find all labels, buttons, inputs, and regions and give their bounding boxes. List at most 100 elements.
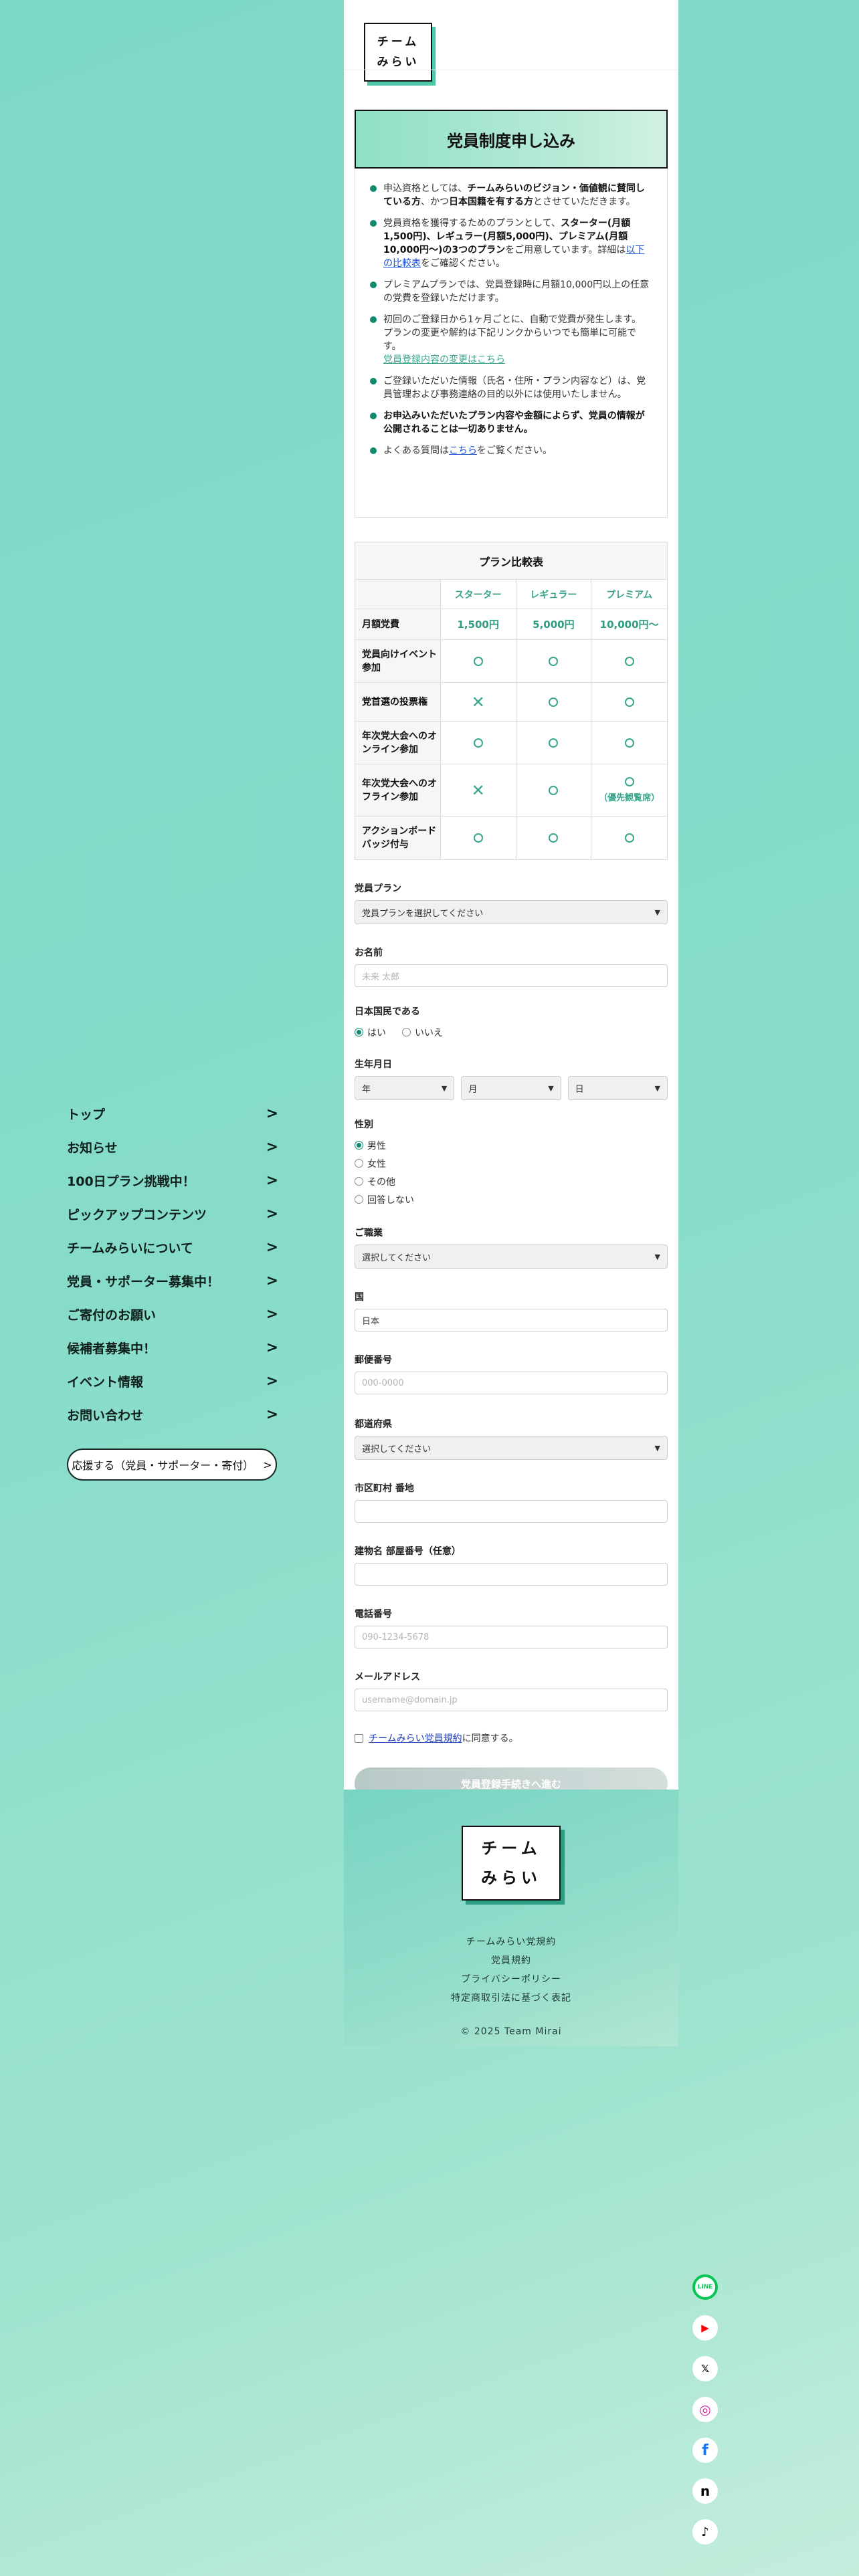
logo-text-line1: チーム: [481, 1839, 541, 1858]
phone-input[interactable]: 090-1234-5678: [355, 1626, 668, 1648]
feature-cell: [591, 722, 667, 764]
table-row: 月額党費 1,500円 5,000円 10,000円〜: [355, 609, 667, 640]
nav-item-contact[interactable]: お問い合わせ >: [67, 1398, 278, 1431]
circle-icon: [473, 833, 483, 843]
bullet-icon: [370, 378, 377, 385]
support-button-label: 応援する（党員・サポーター・寄付）: [72, 1459, 254, 1472]
dob-month-select[interactable]: 月 ▼: [461, 1076, 561, 1100]
membership-form: 党員プラン 党員プランを選択してください ▼ お名前 未来 太郎 日本国民である …: [355, 881, 668, 1800]
nav-item-members[interactable]: 党員・サポーター募集中！ >: [67, 1264, 278, 1297]
circle-icon: [473, 656, 483, 666]
nav-item-top[interactable]: トップ >: [67, 1097, 278, 1130]
change-registration-link[interactable]: 党員登録内容の変更はこちら: [383, 354, 505, 365]
bullet-icon: [370, 282, 377, 288]
facebook-icon[interactable]: f: [692, 2438, 718, 2463]
party-rules-link[interactable]: チームみらい党規約: [344, 1933, 678, 1951]
nav-item-candidates[interactable]: 候補者募集中！ >: [67, 1331, 278, 1364]
social-links: LINE ▶ 𝕏 ◎ f n ♪: [692, 2274, 719, 2560]
youtube-icon[interactable]: ▶: [692, 2315, 718, 2341]
price-cell: 1,500円: [441, 609, 516, 639]
email-field-group: メールアドレス username@domain.jp: [355, 1670, 668, 1711]
gender-male-radio[interactable]: 男性: [355, 1136, 668, 1154]
line-icon[interactable]: LINE: [692, 2274, 718, 2300]
member-rules-link[interactable]: 党員規約: [344, 1951, 678, 1970]
citizen-no-radio[interactable]: いいえ: [402, 1023, 443, 1041]
plan-table-title: プラン比較表: [355, 542, 667, 580]
gender-other-radio[interactable]: その他: [355, 1172, 668, 1190]
plan-comparison-table: プラン比較表 スターター レギュラー プレミアム 月額党費 1,500円 5,0…: [355, 542, 668, 860]
field-label: メールアドレス: [355, 1672, 420, 1683]
nav-item-donation[interactable]: ご寄付のお願い >: [67, 1297, 278, 1331]
dob-year-select[interactable]: 年 ▼: [355, 1076, 455, 1100]
circle-icon: [624, 738, 634, 748]
field-label: 党員プラン: [355, 883, 401, 894]
feature-cell: [516, 817, 592, 859]
support-button[interactable]: 応援する（党員・サポーター・寄付） >: [67, 1448, 277, 1481]
nav-item-events[interactable]: イベント情報 >: [67, 1364, 278, 1398]
bullet-icon: [370, 316, 377, 323]
feature-cell: [591, 683, 667, 721]
circle-icon: [549, 833, 559, 843]
phone-field-group: 電話番号 090-1234-5678: [355, 1607, 668, 1648]
info-item: よくある質問はこちらをご覧ください。: [370, 444, 650, 457]
nav-item-label: お問い合わせ: [67, 1408, 144, 1423]
feature-cell: [591, 640, 667, 682]
email-input[interactable]: username@domain.jp: [355, 1689, 668, 1711]
country-input[interactable]: 日本: [355, 1309, 668, 1331]
nav-item-label: ピックアップコンテンツ: [67, 1207, 207, 1222]
postal-field-group: 郵便番号 000-0000: [355, 1353, 668, 1394]
prefecture-field-group: 都道府県 選択してください ▼: [355, 1417, 668, 1460]
footer-logo[interactable]: チーム みらい: [462, 1826, 561, 1901]
citizen-yes-radio[interactable]: はい: [355, 1023, 386, 1041]
chevron-right-icon: >: [266, 1272, 278, 1289]
prefecture-select[interactable]: 選択してください ▼: [355, 1436, 668, 1460]
x-icon[interactable]: 𝕏: [692, 2356, 718, 2381]
nav-item-pickup[interactable]: ピックアップコンテンツ >: [67, 1197, 278, 1230]
site-logo[interactable]: チーム みらい: [364, 23, 432, 82]
postal-code-input[interactable]: 000-0000: [355, 1372, 668, 1394]
note-icon[interactable]: n: [692, 2478, 718, 2504]
occupation-field-group: ご職業 選択してください ▼: [355, 1226, 668, 1269]
feature-cell: [441, 640, 516, 682]
chevron-down-icon: ▼: [654, 1083, 660, 1093]
gender-no-answer-radio[interactable]: 回答しない: [355, 1190, 668, 1208]
privacy-policy-link[interactable]: プライバシーポリシー: [344, 1970, 678, 1989]
faq-link[interactable]: こちら: [449, 445, 477, 456]
field-label: 日本国民である: [355, 1006, 420, 1017]
chevron-down-icon: ▼: [654, 907, 660, 917]
chevron-down-icon: ▼: [548, 1083, 554, 1093]
circle-icon: [473, 738, 483, 748]
terms-checkbox[interactable]: [355, 1733, 363, 1743]
member-terms-link[interactable]: チームみらい党員規約: [369, 1733, 462, 1744]
feature-cell: [516, 722, 592, 764]
citizen-field-group: 日本国民である はい いいえ: [355, 1004, 668, 1041]
gender-female-radio[interactable]: 女性: [355, 1154, 668, 1172]
nav-item-label: 党員・サポーター募集中！: [67, 1274, 220, 1289]
plan-header-premium: プレミアム: [606, 589, 653, 601]
radio-selected-icon: [355, 1141, 363, 1150]
table-row: 年次党大会へのオフライン参加 ✕ （優先観覧席）: [355, 764, 667, 817]
instagram-icon[interactable]: ◎: [692, 2397, 718, 2422]
commerce-law-link[interactable]: 特定商取引法に基づく表記: [344, 1989, 678, 2008]
city-input[interactable]: [355, 1500, 668, 1523]
nav-item-label: ご寄付のお願い: [67, 1307, 157, 1323]
nav-item-news[interactable]: お知らせ >: [67, 1130, 278, 1164]
nav-item-label: 候補者募集中！: [67, 1341, 157, 1356]
radio-icon: [355, 1177, 363, 1186]
tiktok-icon[interactable]: ♪: [692, 2519, 718, 2545]
building-input[interactable]: [355, 1563, 668, 1586]
row-label: 月額党費: [355, 609, 441, 639]
chevron-right-icon: >: [266, 1305, 278, 1323]
field-label: 市区町村 番地: [355, 1483, 414, 1494]
dob-day-select[interactable]: 日 ▼: [567, 1076, 668, 1100]
row-label: 党員向けイベント参加: [355, 640, 441, 682]
nav-item-100-day-plan[interactable]: 100日プラン挑戦中！ >: [67, 1164, 278, 1197]
plan-select[interactable]: 党員プランを選択してください ▼: [355, 900, 668, 924]
chevron-right-icon: >: [266, 1239, 278, 1256]
occupation-select[interactable]: 選択してください ▼: [355, 1245, 668, 1269]
nav-item-about[interactable]: チームみらいについて >: [67, 1230, 278, 1264]
chevron-right-icon: >: [266, 1339, 278, 1356]
chevron-down-icon: ▼: [441, 1083, 448, 1093]
radio-icon: [355, 1159, 363, 1168]
name-input[interactable]: 未来 太郎: [355, 964, 668, 987]
